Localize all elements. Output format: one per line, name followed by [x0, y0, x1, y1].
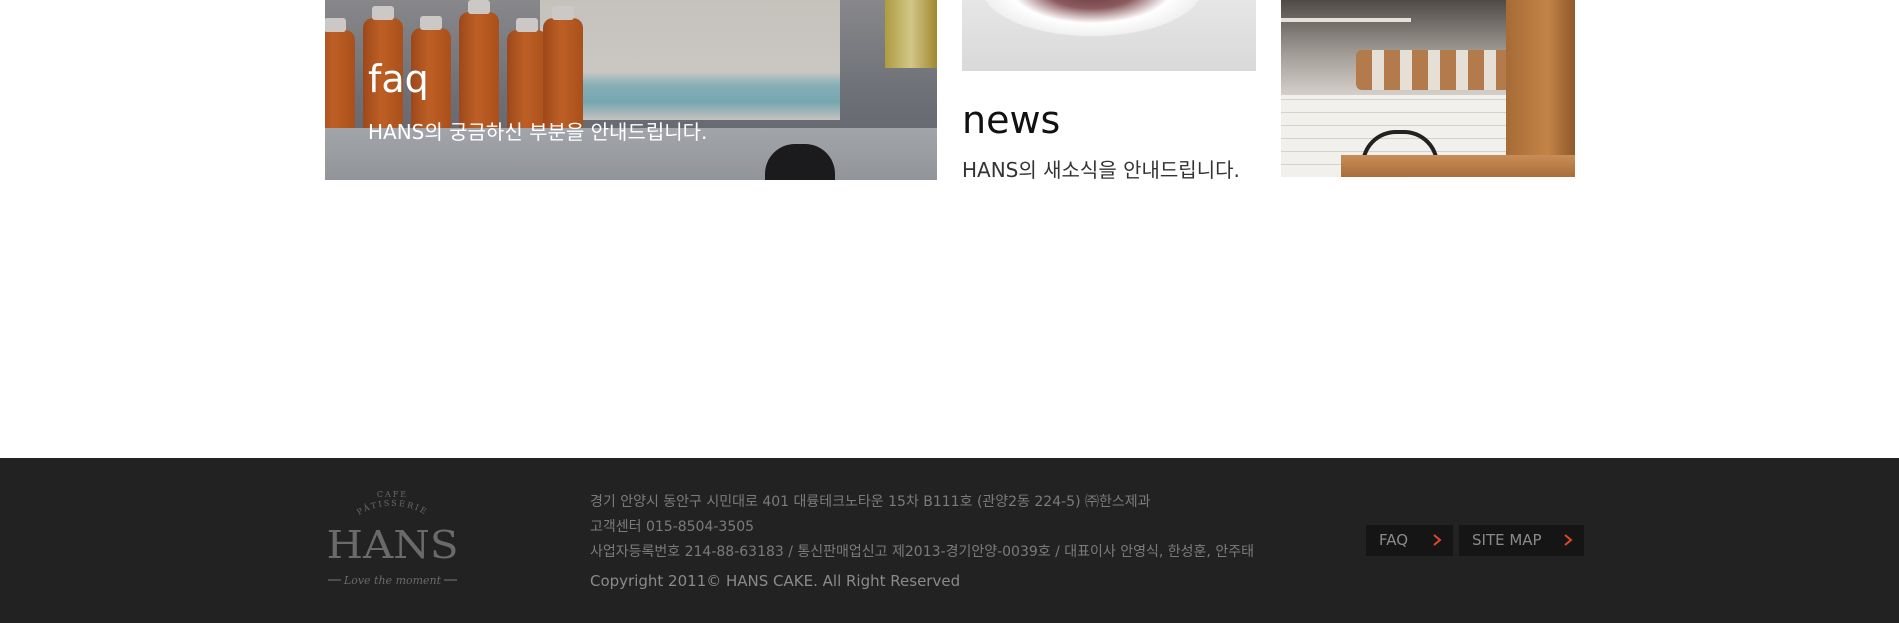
logo-cafe-text: CAFE [377, 490, 408, 499]
cafe-card-image[interactable] [1281, 0, 1575, 177]
faq-card-title: faq [368, 57, 429, 101]
logo-brand-text: HANS [327, 523, 459, 567]
footer-copyright: Copyright 2011© HANS CAKE. All Right Res… [590, 572, 961, 590]
chevron-right-icon [1564, 534, 1573, 546]
footer-customer-center: 고객센터 015-8504-3505 [590, 519, 755, 535]
footer-sitemap-button[interactable]: SITE MAP [1459, 525, 1584, 556]
footer-faq-button-label: FAQ [1379, 531, 1409, 549]
hans-logo: CAFE PÂTISSERIE HANS Love the moment [327, 490, 459, 587]
faq-card-description: HANS의 궁금하신 부분을 안내드립니다. [368, 120, 708, 144]
svg-text:PÂTISSERIE: PÂTISSERIE [355, 499, 429, 517]
logo-patisserie-text: PÂTISSERIE [355, 499, 427, 517]
footer-business-registration: 사업자등록번호 214-88-63183 / 통신판매업신고 제2013-경기안… [590, 544, 1254, 560]
news-card-image[interactable] [962, 0, 1256, 71]
faq-card[interactable]: faq HANS의 궁금하신 부분을 안내드립니다. [325, 0, 937, 180]
logo-tagline-text: Love the moment [343, 574, 442, 587]
footer-sitemap-button-label: SITE MAP [1472, 531, 1542, 549]
footer-address: 경기 안양시 동안구 시민대로 401 대륭테크노타운 15차 B111호 (관… [590, 494, 1151, 510]
news-card-description: HANS의 새소식을 안내드립니다. [962, 158, 1240, 182]
news-card-title[interactable]: news [962, 101, 1060, 139]
chevron-right-icon [1433, 534, 1442, 546]
footer-faq-button[interactable]: FAQ [1366, 525, 1453, 556]
